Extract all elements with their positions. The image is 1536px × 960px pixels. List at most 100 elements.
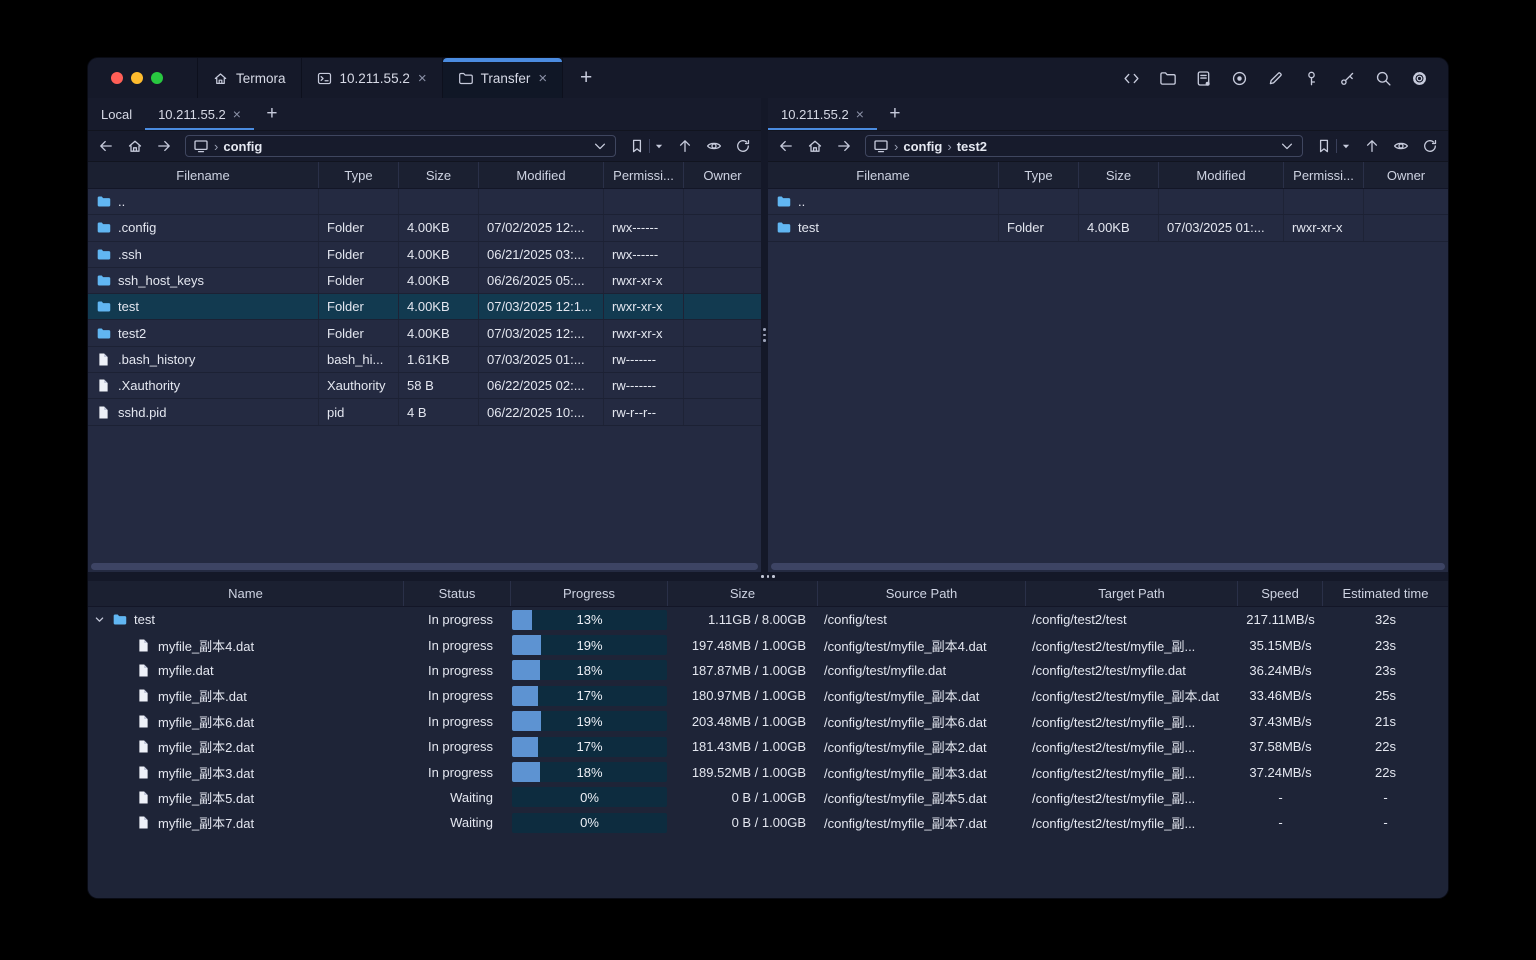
transfer-row[interactable]: myfile.dat In progress 18% 187.87MB / 1.… — [88, 658, 1448, 683]
column-header[interactable]: Estimated time — [1323, 581, 1448, 606]
file-type: Folder — [319, 241, 399, 267]
path-breadcrumb-field[interactable]: › config — [185, 135, 616, 157]
close-window-button[interactable] — [111, 72, 123, 84]
transfer-row[interactable]: myfile_副本7.dat Waiting 0% 0 B / 1.00GB /… — [88, 810, 1448, 835]
file-row[interactable]: .. — [768, 189, 1448, 216]
horizontal-scrollbar-thumb[interactable] — [771, 563, 1445, 570]
column-header[interactable]: Owner — [1364, 162, 1448, 188]
chevron-down-icon[interactable] — [1279, 138, 1295, 154]
chevron-down-icon[interactable] — [592, 138, 608, 154]
column-header[interactable]: Target Path — [1026, 581, 1238, 606]
bookmark-caret-icon[interactable] — [654, 141, 664, 151]
close-tab-icon[interactable]: × — [418, 71, 427, 86]
column-header[interactable]: Speed — [1238, 581, 1323, 606]
transfer-table: test In progress 13% 1.11GB / 8.00GB /co… — [88, 607, 1448, 898]
column-header[interactable]: Size — [399, 162, 479, 188]
horizontal-splitter[interactable] — [88, 572, 1448, 581]
transfer-item-name: myfile_副本.dat — [158, 689, 247, 705]
file-row[interactable]: sshd.pid pid 4 B 06/22/2025 10:... rw-r-… — [88, 399, 761, 426]
tab-termora[interactable]: Termora — [197, 58, 301, 98]
file-row[interactable]: .config Folder 4.00KB 07/02/2025 12:... … — [88, 215, 761, 242]
sftp-folder-icon[interactable] — [1159, 70, 1176, 87]
column-header[interactable]: Name — [88, 581, 404, 606]
transfer-row[interactable]: myfile_副本.dat In progress 17% 180.97MB /… — [88, 683, 1448, 708]
file-row[interactable]: .. — [88, 189, 761, 216]
upload-icon[interactable] — [1364, 138, 1380, 154]
port-forwarding-icon[interactable] — [1339, 70, 1356, 87]
column-header[interactable]: Filename — [88, 162, 319, 188]
settings-gear-icon[interactable] — [1411, 70, 1428, 87]
macro-record-icon[interactable] — [1231, 70, 1248, 87]
file-row[interactable]: test2 Folder 4.00KB 07/03/2025 12:... rw… — [88, 320, 761, 347]
close-pane-tab-icon[interactable]: × — [856, 107, 864, 121]
file-row[interactable]: test Folder 4.00KB 07/03/2025 12:1... rw… — [88, 294, 761, 321]
bookmark-icon[interactable] — [629, 138, 645, 154]
pane-tab-host[interactable]: 10.211.55.2 × — [768, 98, 877, 130]
back-icon[interactable] — [778, 138, 794, 154]
forward-icon[interactable] — [836, 138, 852, 154]
tab-transfer[interactable]: Transfer × — [441, 58, 564, 98]
column-header[interactable]: Modified — [479, 162, 604, 188]
transfer-row[interactable]: myfile_副本6.dat In progress 19% 203.48MB … — [88, 709, 1448, 734]
bookmark-icon[interactable] — [1316, 138, 1332, 154]
edit-pencil-icon[interactable] — [1267, 70, 1284, 87]
show-hidden-eye-icon[interactable] — [706, 138, 722, 154]
column-header[interactable]: Size — [1079, 162, 1159, 188]
column-header[interactable]: Size — [668, 581, 818, 606]
refresh-icon[interactable] — [735, 138, 751, 154]
pane-tab-label: 10.211.55.2 — [158, 106, 226, 122]
new-pane-tab-button[interactable]: + — [254, 98, 290, 130]
column-header[interactable]: Permissi... — [604, 162, 684, 188]
transfer-row[interactable]: myfile_副本2.dat In progress 17% 181.43MB … — [88, 734, 1448, 759]
pane-tab-local[interactable]: Local — [88, 98, 145, 130]
pane-tab-host[interactable]: 10.211.55.2 × — [145, 98, 254, 130]
horizontal-scrollbar-thumb[interactable] — [91, 563, 758, 570]
key-manager-icon[interactable] — [1303, 70, 1320, 87]
new-tab-button[interactable]: + — [563, 58, 609, 98]
file-row[interactable]: ssh_host_keys Folder 4.00KB 06/26/2025 0… — [88, 267, 761, 295]
home-icon[interactable] — [807, 138, 823, 154]
transfer-row[interactable]: test In progress 13% 1.11GB / 8.00GB /co… — [88, 607, 1448, 632]
file-size: 4.00KB — [1079, 215, 1159, 241]
minimize-window-button[interactable] — [131, 72, 143, 84]
search-icon[interactable] — [1375, 70, 1392, 87]
path-breadcrumb-field[interactable]: › config › test2 — [865, 135, 1303, 157]
tab-host-terminal[interactable]: 10.211.55.2 × — [300, 58, 442, 98]
vertical-splitter[interactable] — [761, 98, 768, 572]
breadcrumb-segment[interactable]: config — [903, 139, 942, 154]
close-pane-tab-icon[interactable]: × — [233, 107, 241, 121]
chevron-down-icon[interactable] — [94, 614, 105, 625]
column-header[interactable]: Type — [999, 162, 1079, 188]
column-header[interactable]: Progress — [511, 581, 668, 606]
breadcrumb-segment[interactable]: test2 — [957, 139, 987, 154]
maximize-window-button[interactable] — [151, 72, 163, 84]
bookmark-caret-icon[interactable] — [1341, 141, 1351, 151]
home-icon[interactable] — [127, 138, 143, 154]
file-row[interactable]: .Xauthority Xauthority 58 B 06/22/2025 0… — [88, 373, 761, 400]
upload-icon[interactable] — [677, 138, 693, 154]
breadcrumb-segment[interactable]: config — [223, 139, 262, 154]
column-header[interactable]: Source Path — [818, 581, 1026, 606]
transfer-row[interactable]: myfile_副本4.dat In progress 19% 197.48MB … — [88, 632, 1448, 657]
transfer-source-path: /config/test/myfile.dat — [824, 662, 947, 678]
forward-icon[interactable] — [156, 138, 172, 154]
transfer-row[interactable]: myfile_副本5.dat Waiting 0% 0 B / 1.00GB /… — [88, 785, 1448, 810]
refresh-icon[interactable] — [1422, 138, 1438, 154]
column-header[interactable]: Owner — [684, 162, 761, 188]
file-row[interactable]: .ssh Folder 4.00KB 06/21/2025 03:... rwx… — [88, 241, 761, 268]
file-row[interactable]: .bash_history bash_hi... 1.61KB 07/03/20… — [88, 346, 761, 374]
back-icon[interactable] — [98, 138, 114, 154]
column-header[interactable]: Modified — [1159, 162, 1284, 188]
file-row[interactable]: test Folder 4.00KB 07/03/2025 01:... rwx… — [768, 215, 1448, 242]
column-header[interactable]: Status — [404, 581, 511, 606]
column-header[interactable]: Filename — [768, 162, 999, 188]
show-hidden-eye-icon[interactable] — [1393, 138, 1409, 154]
column-header[interactable]: Type — [319, 162, 399, 188]
close-tab-icon[interactable]: × — [538, 71, 547, 86]
transfer-row[interactable]: myfile_副本3.dat In progress 18% 189.52MB … — [88, 759, 1448, 784]
snippets-icon[interactable] — [1123, 70, 1140, 87]
column-header[interactable]: Permissi... — [1284, 162, 1364, 188]
log-icon[interactable] — [1195, 70, 1212, 87]
left-table-header: Filename Type Size Modified Permissi... Owner — [88, 161, 761, 189]
new-pane-tab-button[interactable]: + — [877, 98, 913, 130]
